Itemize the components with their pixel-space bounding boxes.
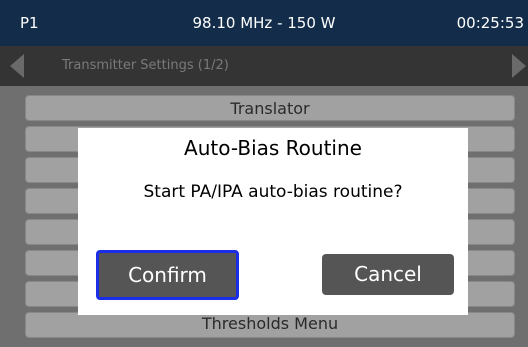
nav-bar: Transmitter Settings (1/2): [0, 46, 528, 86]
status-bar: P1 98.10 MHz - 150 W 00:25:53: [0, 0, 528, 46]
dialog-title: Auto-Bias Routine: [184, 136, 362, 160]
clock: 00:25:53: [456, 14, 524, 32]
dialog-message: Start PA/IPA auto-bias routine?: [143, 182, 403, 202]
menu-item-thresholds[interactable]: Thresholds Menu: [25, 312, 515, 338]
menu-item-translator[interactable]: Translator: [25, 95, 515, 121]
cancel-button[interactable]: Cancel: [322, 254, 454, 295]
arrow-left-icon[interactable]: [10, 54, 24, 78]
auto-bias-dialog: Auto-Bias Routine Start PA/IPA auto-bias…: [78, 128, 468, 315]
confirm-button[interactable]: Confirm: [96, 250, 239, 300]
page-title: Transmitter Settings (1/2): [62, 58, 229, 73]
screen: P1 98.10 MHz - 150 W 00:25:53 Transmitte…: [0, 0, 528, 347]
arrow-right-icon[interactable]: [512, 54, 526, 78]
frequency-power-readout: 98.10 MHz - 150 W: [192, 14, 336, 32]
